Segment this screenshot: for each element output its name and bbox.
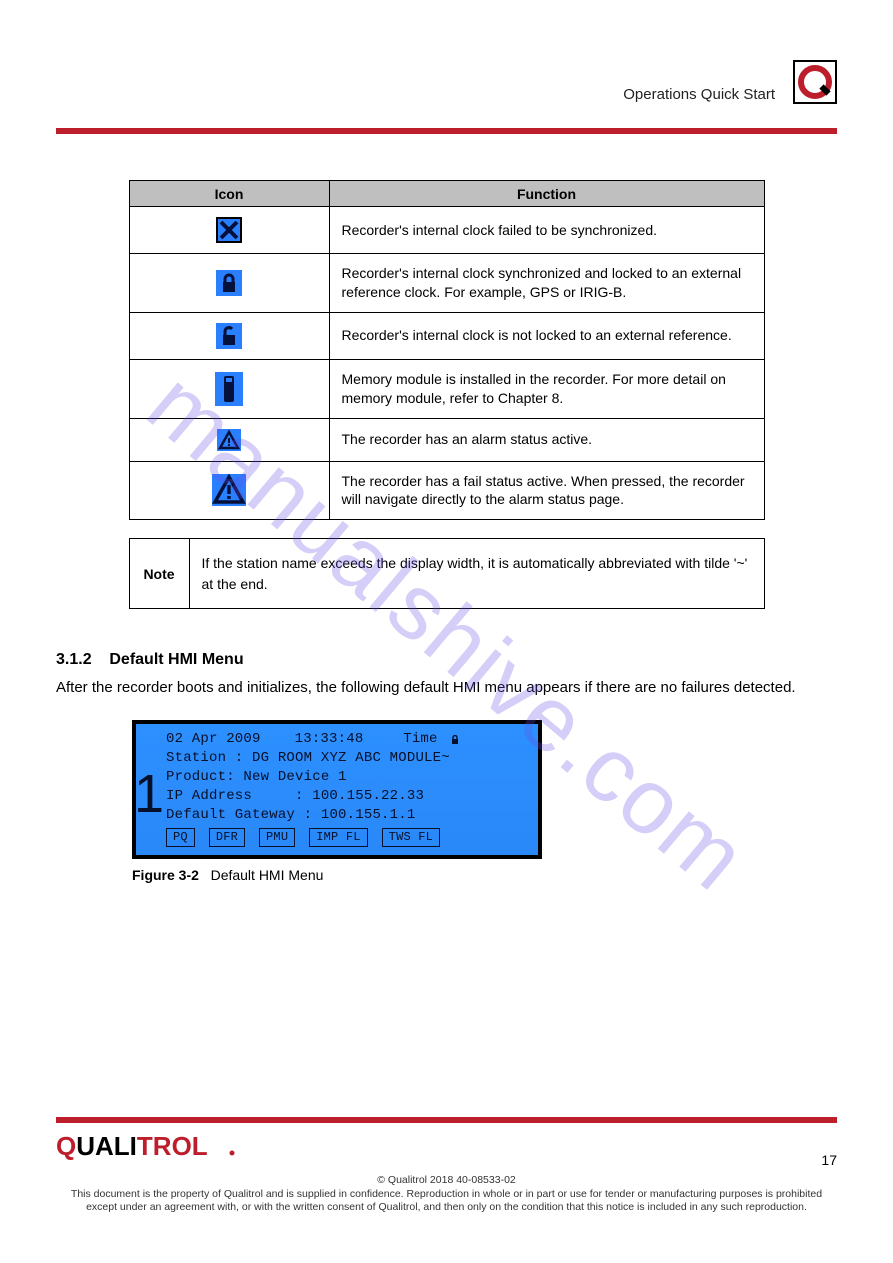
lcd-product-value: New Device 1	[243, 769, 346, 785]
icon-function-table: Icon Function Recorder's internal	[129, 180, 765, 520]
lcd-button-impfl[interactable]: IMP FL	[309, 828, 367, 846]
lcd-button-pmu[interactable]: PMU	[259, 828, 295, 846]
lcd-ip-value: 100.155.22.33	[312, 788, 424, 804]
table-cell-desc: Memory module is installed in the record…	[329, 359, 764, 418]
lcd-gateway-value: 100.155.1.1	[321, 807, 416, 823]
section-number: 3.1.2	[56, 651, 92, 668]
table-cell-desc: Recorder's internal clock failed to be s…	[329, 207, 764, 254]
lcd-product-label: Product:	[166, 769, 235, 785]
page-header: Operations Quick Start	[56, 48, 837, 128]
note-label: Note	[129, 539, 189, 609]
page-number: 17	[821, 1152, 837, 1168]
table-cell-desc: The recorder has an alarm status active.	[329, 418, 764, 461]
figure-caption-label: Figure 3-2	[132, 867, 199, 883]
footer-legal: © Qualitrol 2018 40-08533-02 This docume…	[56, 1174, 837, 1215]
table-cell-desc: Recorder's internal clock synchronized a…	[329, 254, 764, 313]
lcd-date: 02 Apr 2009	[166, 730, 286, 749]
lock-closed-icon	[216, 270, 242, 296]
table-row: The recorder has an alarm status active.	[129, 418, 764, 461]
section-title: Default HMI Menu	[109, 651, 243, 668]
warning-small-icon	[217, 429, 241, 451]
lcd-button-twsfl[interactable]: TWS FL	[382, 828, 440, 846]
lcd-marker-1: 1	[134, 758, 164, 831]
memory-module-icon	[215, 372, 243, 406]
lcd-time: 13:33:48	[295, 730, 395, 749]
table-row: The recorder has a fail status active. W…	[129, 461, 764, 520]
lock-closed-icon	[450, 733, 460, 743]
table-row: Memory module is installed in the record…	[129, 359, 764, 418]
table-cell-desc: Recorder's internal clock is not locked …	[329, 312, 764, 359]
section-heading: 3.1.2 Default HMI Menu	[56, 651, 837, 669]
figure-caption: Figure 3-2 Default HMI Menu	[132, 867, 837, 883]
lcd-time-label: Time	[403, 730, 437, 749]
table-col-function: Function	[329, 181, 764, 207]
footer-legal-line2: This document is the property of Qualitr…	[56, 1188, 837, 1215]
lcd-row-datetime: 02 Apr 2009 13:33:48 Time	[166, 730, 528, 749]
note-box: Note If the station name exceeds the dis…	[129, 538, 765, 609]
lcd-button-pq[interactable]: PQ	[166, 828, 195, 846]
lcd-button-dfr[interactable]: DFR	[209, 828, 245, 846]
lcd-row-station: Station : DG ROOM XYZ ABC MODULE~	[166, 749, 528, 768]
note-text: If the station name exceeds the display …	[189, 539, 764, 609]
table-row: Recorder's internal clock is not locked …	[129, 312, 764, 359]
header-doc-title: Operations Quick Start	[623, 86, 775, 103]
page-footer: QUALITROL 17 © Qualitrol 2018 40-08533-0…	[56, 1117, 837, 1215]
footer-legal-line1: © Qualitrol 2018 40-08533-02	[56, 1174, 837, 1188]
footer-rule	[56, 1117, 837, 1123]
table-cell-desc: The recorder has a fail status active. W…	[329, 461, 764, 520]
lcd-row-product: Product: New Device 1	[166, 768, 528, 787]
lcd-station-label: Station :	[166, 750, 243, 766]
table-row: Recorder's internal clock synchronized a…	[129, 254, 764, 313]
lcd-gateway-label: Default Gateway :	[166, 807, 312, 823]
warning-large-icon	[212, 474, 246, 506]
brand-logo: QUALITROL	[56, 1129, 246, 1168]
sync-disabled-icon	[216, 217, 242, 243]
brand-mark-small	[793, 60, 837, 104]
table-row: Recorder's internal clock failed to be s…	[129, 207, 764, 254]
lcd-ip-label: IP Address	[166, 788, 252, 804]
table-col-icon: Icon	[129, 181, 329, 207]
lcd-screenshot: 1 02 Apr 2009 13:33:48 Time Station :	[132, 720, 542, 859]
lock-open-icon	[216, 323, 242, 349]
lcd-row-gateway: Default Gateway : 100.155.1.1	[166, 806, 528, 825]
section-paragraph: After the recorder boots and initializes…	[56, 677, 837, 698]
figure-caption-text: Default HMI Menu	[211, 867, 324, 883]
lcd-row-ip: IP Address : 100.155.22.33	[166, 787, 528, 806]
svg-text:QUALITROL: QUALITROL	[56, 1131, 208, 1161]
lcd-button-row: PQ DFR PMU IMP FL TWS FL	[166, 828, 528, 846]
lcd-station-value: DG ROOM XYZ ABC MODULE~	[252, 750, 450, 766]
